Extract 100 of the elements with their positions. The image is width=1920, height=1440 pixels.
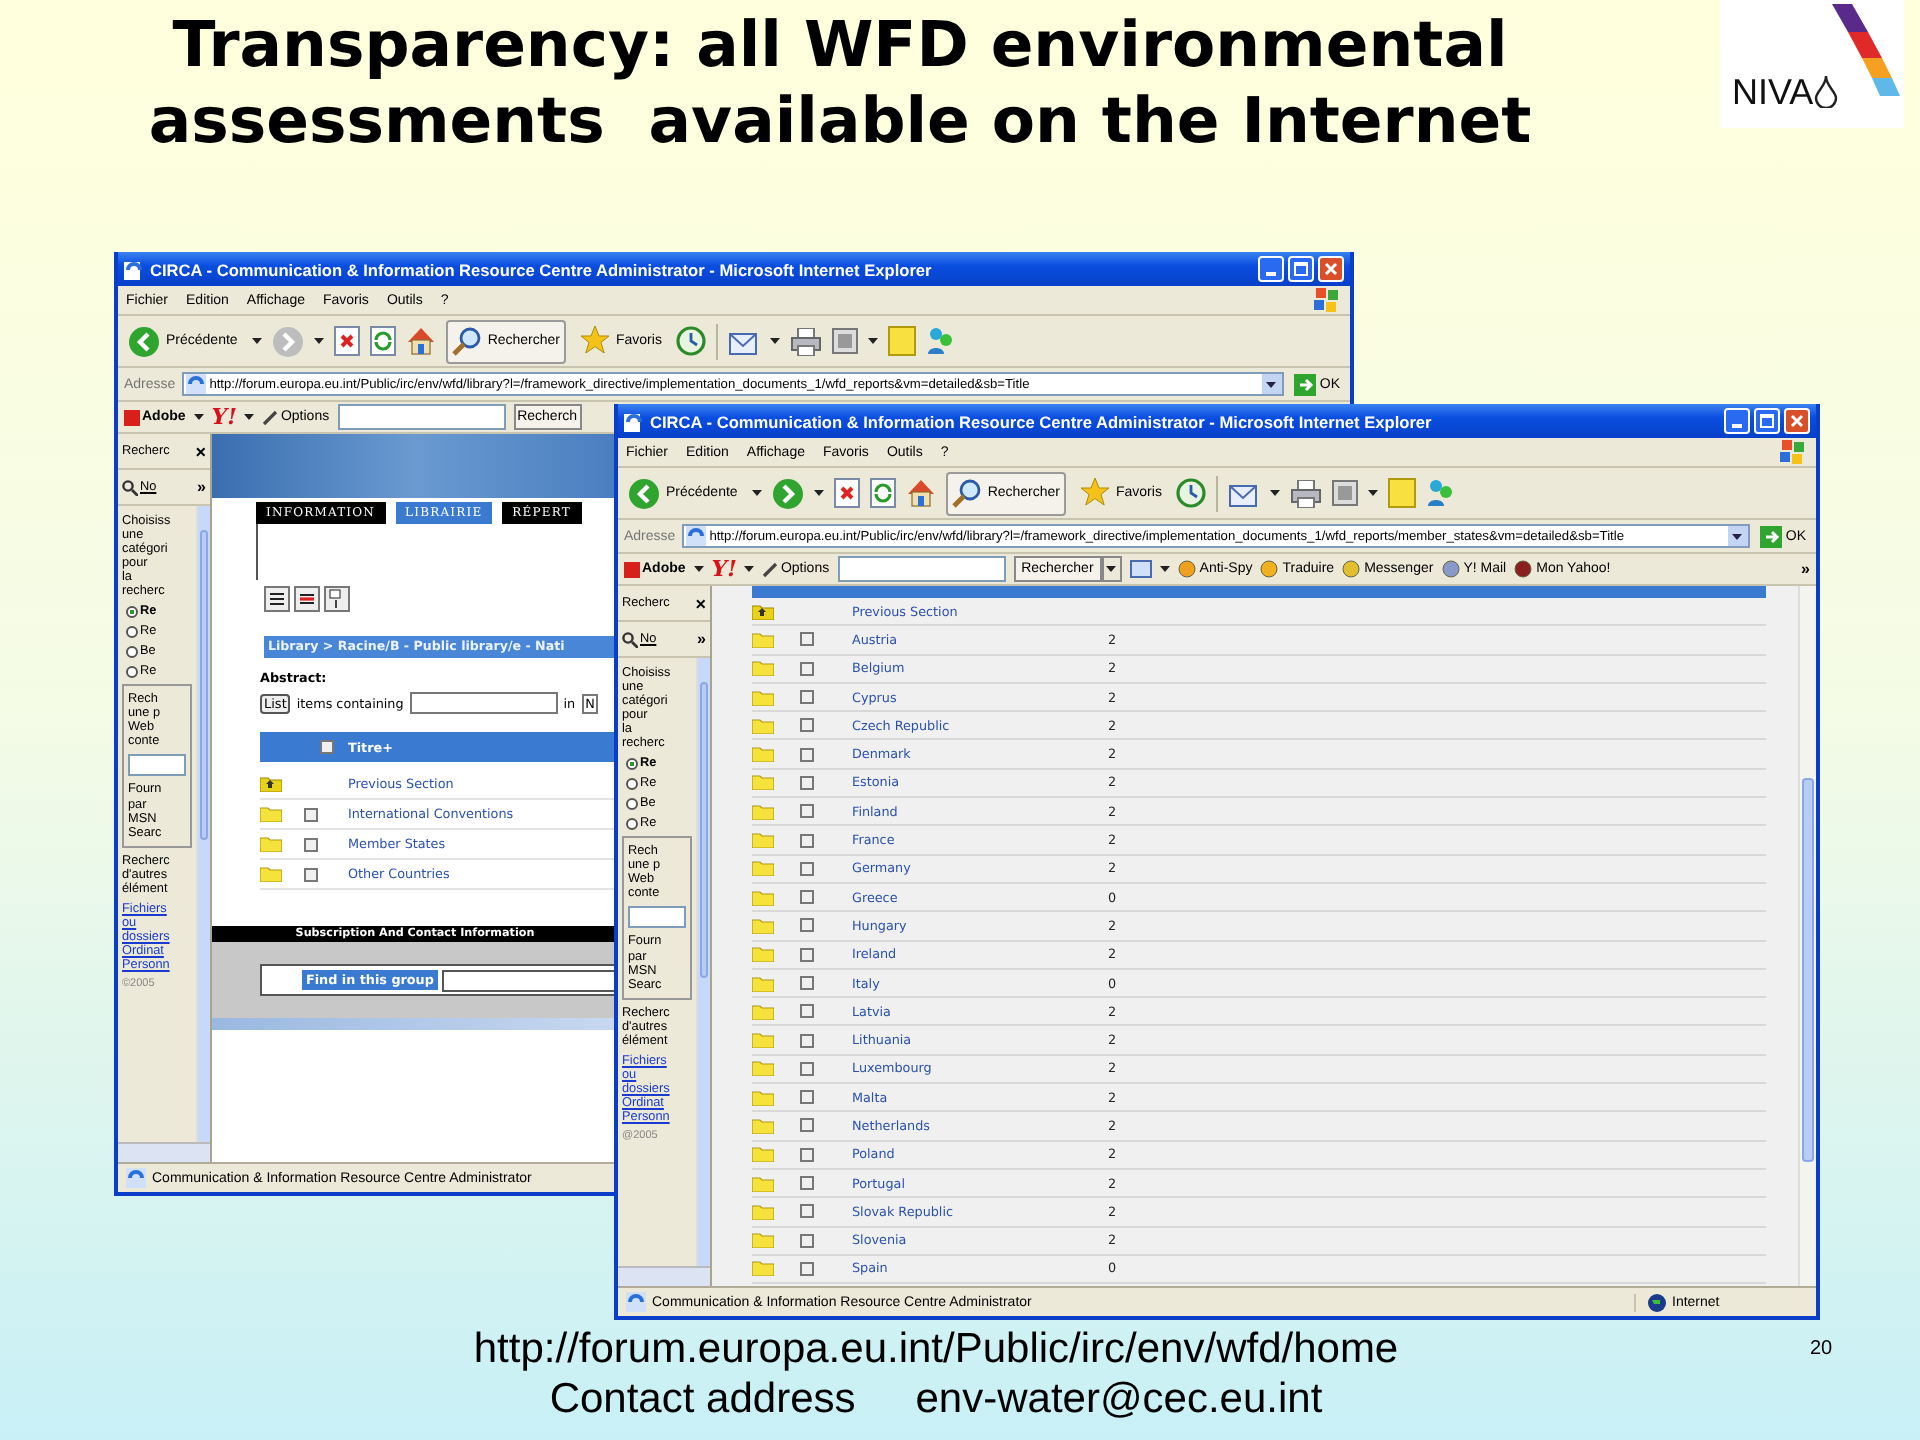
list-icon[interactable]	[264, 585, 290, 611]
scrollbar[interactable]	[618, 1266, 710, 1286]
checkbox[interactable]	[800, 1176, 814, 1191]
circle-icon	[1441, 560, 1460, 578]
checkbox[interactable]	[800, 861, 814, 876]
note-icon[interactable]	[1387, 478, 1416, 508]
checkbox[interactable]	[800, 890, 814, 905]
caret-icon[interactable]	[1159, 566, 1170, 572]
caret-icon[interactable]	[744, 566, 755, 572]
mail-icon[interactable]	[727, 327, 760, 355]
close-button[interactable]: ×	[195, 441, 206, 461]
printer-icon[interactable]	[1289, 479, 1322, 507]
checkbox[interactable]	[800, 1204, 814, 1219]
stop-icon[interactable]	[833, 478, 860, 508]
checkbox[interactable]	[800, 632, 814, 647]
checkbox[interactable]	[800, 918, 814, 933]
edit-icon[interactable]	[831, 328, 858, 354]
home-icon[interactable]	[405, 326, 436, 356]
minimize-button[interactable]	[1258, 256, 1284, 282]
upload-icon[interactable]	[324, 585, 350, 611]
more-button[interactable]: »	[1801, 560, 1810, 578]
checkbox[interactable]	[800, 718, 814, 733]
window-icon[interactable]	[1129, 560, 1152, 578]
delete-icon[interactable]	[294, 585, 320, 611]
home-icon[interactable]	[905, 478, 936, 508]
checkbox[interactable]	[800, 690, 814, 705]
input-field[interactable]	[409, 692, 558, 714]
printer-icon[interactable]	[789, 327, 822, 355]
close-button[interactable]: ×	[695, 593, 706, 613]
folder-icon	[752, 660, 774, 677]
caret-icon[interactable]	[313, 338, 324, 344]
more-button[interactable]: »	[697, 630, 706, 648]
dropdown-button[interactable]	[1261, 374, 1282, 394]
folder-icon	[752, 746, 774, 763]
search-icon	[951, 478, 982, 508]
caret-icon[interactable]	[813, 490, 824, 496]
caret-icon[interactable]	[751, 490, 762, 496]
more-button[interactable]: »	[197, 478, 206, 496]
messenger-icon[interactable]	[925, 326, 956, 356]
yahoo-menu[interactable]: Y!	[711, 556, 737, 582]
input-field[interactable]	[128, 754, 186, 777]
scrollbar[interactable]	[696, 658, 710, 1266]
checkbox[interactable]	[800, 804, 814, 819]
yahoo-menu[interactable]: Y!	[211, 404, 237, 430]
stop-icon[interactable]	[333, 326, 360, 356]
star-icon	[1080, 478, 1110, 508]
search-field[interactable]	[337, 404, 506, 430]
checkbox[interactable]	[800, 833, 814, 848]
checkbox[interactable]	[800, 976, 814, 990]
caret-icon[interactable]	[1269, 490, 1280, 496]
close-button[interactable]	[1318, 256, 1344, 282]
maximize-button[interactable]	[1754, 408, 1780, 434]
refresh-icon[interactable]	[369, 326, 396, 356]
input-field[interactable]	[441, 969, 616, 991]
checkbox[interactable]	[800, 775, 814, 790]
scrollbar[interactable]	[1798, 586, 1816, 1286]
dropdown-button[interactable]	[1101, 556, 1122, 582]
url-text: http://forum.europa.eu.int/Public/irc/env/wfd/home	[473, 1324, 1399, 1374]
checkbox[interactable]	[304, 837, 318, 851]
close-button[interactable]	[1784, 408, 1810, 434]
checkbox[interactable]	[304, 867, 318, 881]
checkbox[interactable]	[800, 1118, 814, 1133]
refresh-icon[interactable]	[869, 478, 896, 508]
caret-icon[interactable]	[693, 566, 704, 572]
checkbox[interactable]	[800, 1061, 814, 1076]
dropdown-button[interactable]	[1727, 526, 1748, 546]
input-field[interactable]	[628, 906, 686, 929]
maximize-button[interactable]	[1288, 256, 1314, 282]
caret-icon[interactable]	[1367, 490, 1378, 496]
edit-icon[interactable]	[1331, 480, 1358, 506]
history-icon[interactable]	[675, 326, 706, 356]
history-icon[interactable]	[1175, 478, 1206, 508]
checkbox[interactable]	[800, 1261, 814, 1276]
checkbox[interactable]	[304, 807, 318, 821]
mail-icon[interactable]	[1227, 479, 1260, 507]
caret-icon[interactable]	[244, 414, 255, 420]
close-icon	[1324, 262, 1338, 276]
checkbox[interactable]	[800, 1090, 814, 1105]
caret-icon[interactable]	[867, 338, 878, 344]
caret-icon[interactable]	[251, 338, 262, 344]
checkbox[interactable]	[800, 1147, 814, 1162]
checkbox[interactable]	[800, 1233, 814, 1248]
search-icon	[122, 479, 138, 495]
checkbox[interactable]	[800, 661, 814, 676]
folder-icon	[752, 1146, 774, 1163]
caret-icon[interactable]	[769, 338, 780, 344]
checkbox[interactable]	[800, 947, 814, 962]
scrollbar[interactable]	[118, 1142, 210, 1162]
search-field[interactable]	[837, 556, 1006, 582]
checkbox[interactable]	[800, 1033, 814, 1048]
checkbox[interactable]	[800, 747, 814, 762]
caret-icon[interactable]	[193, 414, 204, 420]
checkbox[interactable]	[319, 740, 333, 754]
forward-icon[interactable]	[771, 477, 804, 509]
note-icon[interactable]	[887, 326, 916, 356]
scrollbar[interactable]	[196, 506, 210, 1142]
minimize-button[interactable]	[1724, 408, 1750, 434]
folder-icon	[752, 1260, 774, 1277]
checkbox[interactable]	[800, 1004, 814, 1019]
messenger-icon[interactable]	[1425, 478, 1456, 508]
